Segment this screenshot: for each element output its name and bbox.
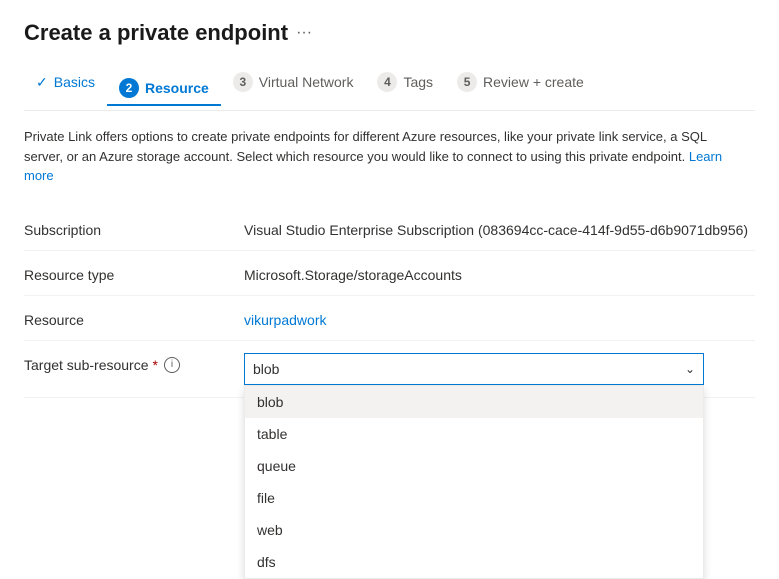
subscription-value: Visual Studio Enterprise Subscription (0… bbox=[244, 218, 755, 238]
dropdown-option-web[interactable]: web bbox=[245, 514, 703, 546]
form-section: Subscription Visual Studio Enterprise Su… bbox=[24, 206, 755, 398]
subscription-label: Subscription bbox=[24, 218, 244, 238]
info-text: Private Link offers options to create pr… bbox=[24, 127, 744, 186]
step-tags-label: Tags bbox=[403, 74, 433, 90]
step-virtual-network-number: 3 bbox=[233, 72, 253, 92]
dropdown-option-file[interactable]: file bbox=[245, 482, 703, 514]
wizard-steps: ✓ Basics 2 Resource 3 Virtual Network 4 … bbox=[24, 66, 755, 111]
step-basics-label: Basics bbox=[54, 74, 95, 90]
step-resource-number: 2 bbox=[119, 78, 139, 98]
resource-type-label: Resource type bbox=[24, 263, 244, 283]
info-icon[interactable]: i bbox=[164, 357, 180, 373]
step-tags[interactable]: 4 Tags bbox=[365, 66, 445, 98]
subscription-row: Subscription Visual Studio Enterprise Su… bbox=[24, 206, 755, 251]
step-resource-label: Resource bbox=[145, 80, 209, 96]
step-virtual-network-label: Virtual Network bbox=[259, 74, 354, 90]
step-virtual-network[interactable]: 3 Virtual Network bbox=[221, 66, 366, 98]
step-review-create[interactable]: 5 Review + create bbox=[445, 66, 596, 98]
resource-value[interactable]: vikurpadwork bbox=[244, 312, 326, 328]
resource-row: Resource vikurpadwork bbox=[24, 296, 755, 341]
dropdown-option-queue[interactable]: queue bbox=[245, 450, 703, 482]
required-star: * bbox=[153, 357, 158, 373]
target-sub-resource-row: Target sub-resource * i blob ⌄ blobtable… bbox=[24, 341, 755, 398]
resource-type-row: Resource type Microsoft.Storage/storageA… bbox=[24, 251, 755, 296]
dropdown-option-table[interactable]: table bbox=[245, 418, 703, 450]
dropdown-option-blob[interactable]: blob bbox=[245, 386, 703, 418]
more-options-icon[interactable]: ··· bbox=[296, 24, 312, 42]
resource-type-value: Microsoft.Storage/storageAccounts bbox=[244, 263, 755, 283]
dropdown-list: blobtablequeuefilewebdfs bbox=[244, 385, 704, 579]
chevron-down-icon: ⌄ bbox=[685, 362, 695, 376]
dropdown-selected-value: blob bbox=[253, 361, 279, 377]
target-sub-resource-dropdown-wrapper: blob ⌄ blobtablequeuefilewebdfs bbox=[244, 353, 755, 385]
resource-label: Resource bbox=[24, 308, 244, 328]
step-review-create-label: Review + create bbox=[483, 74, 584, 90]
checkmark-icon: ✓ bbox=[36, 74, 48, 91]
step-review-create-number: 5 bbox=[457, 72, 477, 92]
dropdown-option-dfs[interactable]: dfs bbox=[245, 546, 703, 578]
step-resource[interactable]: 2 Resource bbox=[107, 72, 221, 106]
page-title: Create a private endpoint bbox=[24, 20, 288, 46]
step-tags-number: 4 bbox=[377, 72, 397, 92]
page-title-row: Create a private endpoint ··· bbox=[24, 20, 755, 46]
target-sub-resource-label: Target sub-resource * i bbox=[24, 353, 244, 373]
step-basics[interactable]: ✓ Basics bbox=[24, 68, 107, 97]
target-sub-resource-dropdown[interactable]: blob ⌄ bbox=[244, 353, 704, 385]
